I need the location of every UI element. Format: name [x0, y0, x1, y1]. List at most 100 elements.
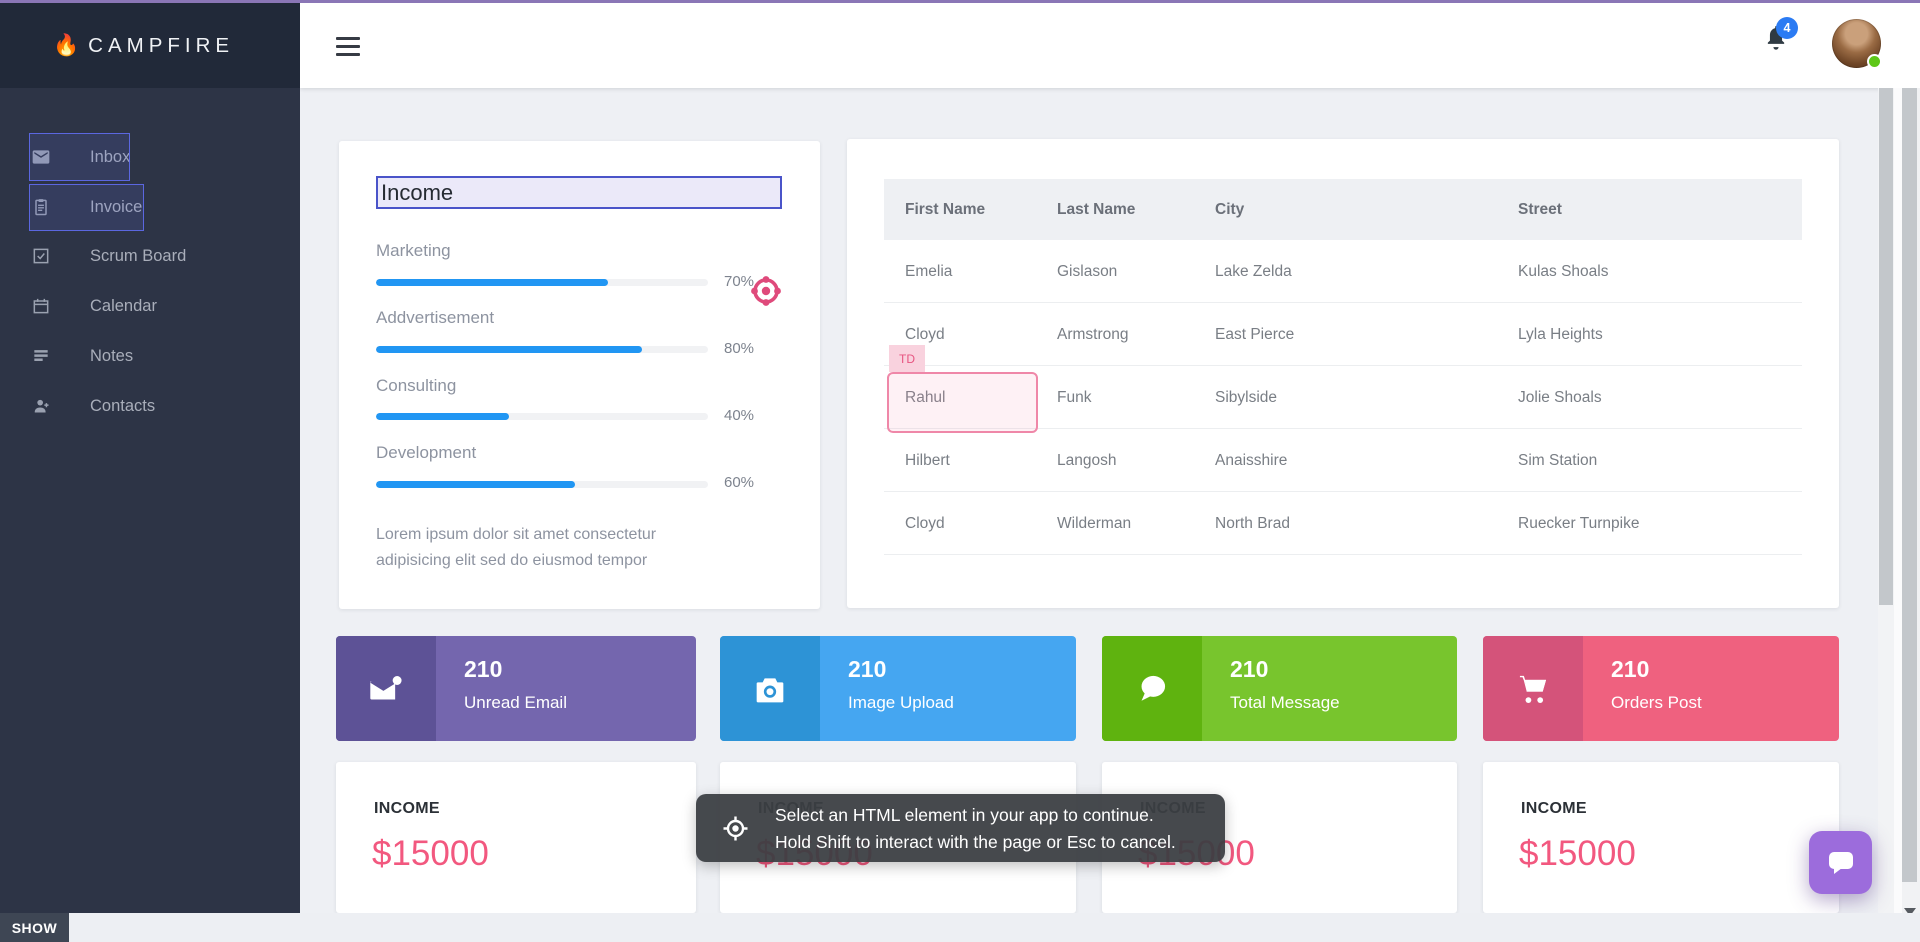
inner-scrollbar-thumb[interactable] [1879, 88, 1893, 605]
stat-card-image-upload: 210 Image Upload [720, 636, 1076, 741]
cell-city: Sibylside [1215, 366, 1277, 429]
online-status-dot [1867, 54, 1882, 69]
browser-scrollbar[interactable] [1902, 88, 1920, 942]
table-row[interactable]: Emelia Gislason Lake Zelda Kulas Shoals [884, 240, 1802, 303]
browser-top-strip [0, 0, 1920, 3]
sidebar: 🔥 CAMPFIRE Inbox Invoice Scrum Board Cal… [0, 3, 300, 913]
show-debug-button[interactable]: SHOW [0, 913, 69, 942]
flame-icon: 🔥 [53, 34, 79, 58]
stat-value: 210 [1611, 656, 1649, 683]
income-summary-card: INCOME $15000 [1483, 762, 1839, 913]
sidebar-item-label: Calendar [90, 297, 157, 316]
sidebar-item-label: Invoice [90, 198, 142, 217]
browser-scrollbar-thumb[interactable] [1902, 88, 1917, 882]
cell-first-name: Emelia [905, 240, 952, 303]
top-header-bar: 4 [300, 3, 1920, 88]
income-widget-card: Income Marketing 70% Addvertisement 80% … [339, 141, 820, 609]
table-header-row: First Name Last Name City Street [884, 179, 1802, 240]
cell-last-name: Gislason [1057, 240, 1117, 303]
invoice-clipboard-icon [31, 197, 51, 217]
sidebar-item-inbox[interactable]: Inbox [0, 132, 300, 182]
sidebar-item-contacts[interactable]: Contacts [0, 381, 300, 431]
column-header: Last Name [1057, 179, 1135, 240]
locate-crosshair-icon [722, 815, 749, 842]
shopping-cart-icon [1516, 673, 1550, 705]
stat-card-unread-email: 210 Unread Email [336, 636, 696, 741]
cell-city: East Pierce [1215, 303, 1294, 366]
sidebar-item-label: Inbox [90, 148, 130, 167]
chat-fab-button[interactable] [1809, 831, 1872, 894]
progress-percent: 60% [724, 474, 754, 491]
element-picker-tooltip: Select an HTML element in your app to co… [696, 794, 1225, 862]
progress-bar-consulting [376, 413, 708, 420]
chat-bubble-icon [1135, 673, 1169, 705]
progress-label: Marketing [376, 241, 451, 261]
cell-last-name: Wilderman [1057, 492, 1131, 555]
income-card-amount: $15000 [372, 834, 489, 874]
cell-first-name: Hilbert [905, 429, 950, 492]
cell-last-name: Armstrong [1057, 303, 1129, 366]
user-avatar[interactable] [1832, 19, 1881, 68]
hamburger-menu-icon[interactable] [336, 37, 360, 56]
stat-card-total-message: 210 Total Message [1102, 636, 1457, 741]
check-square-icon [31, 246, 51, 266]
cell-city: North Brad [1215, 492, 1290, 555]
income-widget-description: Lorem ipsum dolor sit amet consectetur a… [376, 522, 712, 574]
cell-city: Lake Zelda [1215, 240, 1292, 303]
stat-value: 210 [1230, 656, 1268, 683]
calendar-icon [31, 296, 51, 316]
progress-bar-addvertisement [376, 346, 708, 353]
column-header: Street [1518, 179, 1562, 240]
tooltip-line-1: Select an HTML element in your app to co… [775, 802, 1176, 829]
notifications-button[interactable]: 4 [1762, 23, 1822, 73]
sidebar-item-label: Notes [90, 347, 133, 366]
cell-street: Sim Station [1518, 429, 1597, 492]
camera-icon [754, 674, 786, 704]
cell-first-name: Rahul [905, 366, 946, 429]
income-card-amount: $15000 [1519, 834, 1636, 874]
scrollbar-gap [1894, 88, 1902, 942]
chat-icon [1825, 848, 1857, 878]
sidebar-item-invoice[interactable]: Invoice [0, 182, 300, 232]
cell-street: Ruecker Turnpike [1518, 492, 1639, 555]
table-row[interactable]: Hilbert Langosh Anaisshire Sim Station [884, 429, 1802, 492]
table-row[interactable]: Rahul Funk Sibylside Jolie Shoals [884, 366, 1802, 429]
stat-card-orders-post: 210 Orders Post [1483, 636, 1839, 741]
notes-icon [31, 346, 51, 366]
cell-street: Jolie Shoals [1518, 366, 1602, 429]
email-icon [369, 674, 403, 704]
progress-percent: 40% [724, 407, 754, 424]
cell-last-name: Funk [1057, 366, 1091, 429]
brand-name: CAMPFIRE [88, 34, 234, 58]
column-header: First Name [905, 179, 985, 240]
sidebar-item-calendar[interactable]: Calendar [0, 281, 300, 331]
cell-street: Lyla Heights [1518, 303, 1603, 366]
inner-scrollbar[interactable] [1878, 88, 1894, 942]
notification-count-badge: 4 [1776, 17, 1798, 39]
stat-label: Orders Post [1611, 693, 1702, 713]
stat-value: 210 [848, 656, 886, 683]
progress-bar-development [376, 481, 708, 488]
contacts-table-card: First Name Last Name City Street Emelia … [847, 139, 1839, 608]
sidebar-item-label: Contacts [90, 397, 155, 416]
table-row[interactable]: Cloyd Armstrong East Pierce Lyla Heights [884, 303, 1802, 366]
bottom-strip [0, 913, 1920, 942]
sidebar-item-notes[interactable]: Notes [0, 331, 300, 381]
inbox-envelope-icon [31, 147, 51, 167]
table-row[interactable]: Cloyd Wilderman North Brad Ruecker Turnp… [884, 492, 1802, 555]
sidebar-item-scrum-board[interactable]: Scrum Board [0, 231, 300, 281]
app-logo: 🔥 CAMPFIRE [0, 3, 300, 88]
cell-city: Anaisshire [1215, 429, 1287, 492]
picker-target-cursor-icon [747, 272, 785, 310]
income-summary-card: INCOME $15000 [336, 762, 696, 913]
income-widget-title: Income [381, 180, 453, 206]
stat-value: 210 [464, 656, 502, 683]
progress-label: Development [376, 443, 476, 463]
progress-label: Addvertisement [376, 308, 494, 328]
cell-last-name: Langosh [1057, 429, 1116, 492]
cell-first-name: Cloyd [905, 492, 945, 555]
progress-label: Consulting [376, 376, 456, 396]
contacts-person-icon [31, 396, 51, 416]
picker-td-tag-badge: TD [889, 345, 925, 372]
cell-street: Kulas Shoals [1518, 240, 1608, 303]
